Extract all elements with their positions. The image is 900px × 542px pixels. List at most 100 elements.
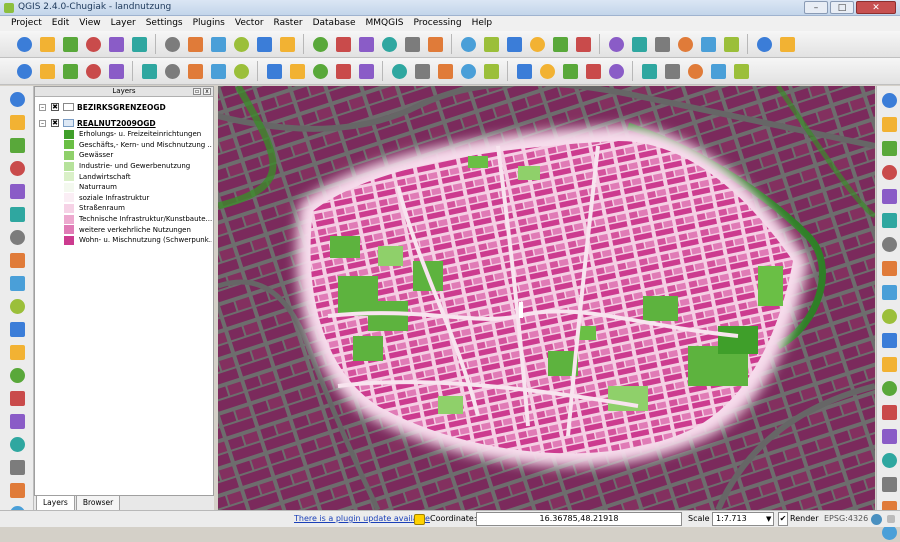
- help-icon[interactable]: [777, 34, 797, 54]
- save-as-icon[interactable]: [83, 34, 103, 54]
- new-project-icon[interactable]: [14, 34, 34, 54]
- globe-icon[interactable]: [675, 34, 695, 54]
- legend-item[interactable]: weitere verkehrliche Nutzungen: [64, 224, 212, 235]
- new-print-composer-icon[interactable]: [106, 34, 126, 54]
- collapse-toggle[interactable]: –: [39, 119, 46, 127]
- capture-icon[interactable]: [879, 162, 899, 182]
- add-postgis-icon[interactable]: [7, 135, 27, 155]
- move-feature-icon[interactable]: [504, 34, 524, 54]
- float-panel-button[interactable]: ▫: [193, 88, 201, 95]
- add-part-icon[interactable]: [879, 450, 899, 470]
- deselect-icon[interactable]: [389, 61, 409, 81]
- cut-icon[interactable]: [879, 258, 899, 278]
- add-ring-icon[interactable]: [879, 426, 899, 446]
- crs-globe-icon[interactable]: [868, 511, 884, 527]
- select-icon[interactable]: [356, 61, 376, 81]
- refresh-map-icon[interactable]: [287, 61, 307, 81]
- layer-row-realnut[interactable]: – ✖ REALNUT2009OGD: [39, 117, 213, 129]
- legend-item[interactable]: Straßenraum: [64, 203, 212, 214]
- heatmap-icon[interactable]: [7, 434, 27, 454]
- rotate-icon[interactable]: [879, 378, 899, 398]
- grid-icon[interactable]: [7, 319, 27, 339]
- collapse-toggle[interactable]: –: [39, 103, 46, 111]
- gps-tool-icon[interactable]: [7, 342, 27, 362]
- pie-icon[interactable]: [698, 34, 718, 54]
- add-wms-layer-icon[interactable]: [277, 34, 297, 54]
- zoom-to-layer-icon[interactable]: [208, 61, 228, 81]
- field-calculator-icon[interactable]: [458, 61, 478, 81]
- split-icon[interactable]: [7, 457, 27, 477]
- legend-item[interactable]: Gewässer: [64, 150, 212, 161]
- simplify-icon[interactable]: [879, 402, 899, 422]
- add-wfs-layer-icon[interactable]: [333, 34, 353, 54]
- menu-edit[interactable]: Edit: [47, 16, 74, 31]
- undo-icon[interactable]: [879, 330, 899, 350]
- composer-manager-icon[interactable]: [129, 34, 149, 54]
- menu-project[interactable]: Project: [6, 16, 47, 31]
- tab-layers[interactable]: Layers: [36, 496, 75, 511]
- node-right-icon[interactable]: [879, 210, 899, 230]
- refresh-icon[interactable]: [754, 34, 774, 54]
- node-tool-icon[interactable]: [527, 34, 547, 54]
- scale-combobox[interactable]: 1:7.713: [712, 512, 774, 526]
- menu-layer[interactable]: Layer: [106, 16, 141, 31]
- zoom-to-selection-icon[interactable]: [185, 61, 205, 81]
- copy-icon[interactable]: [879, 282, 899, 302]
- move-right-icon[interactable]: [879, 186, 899, 206]
- add-wcs-icon[interactable]: [7, 227, 27, 247]
- add-wcs-layer-icon[interactable]: [310, 34, 330, 54]
- fill-ring-icon[interactable]: [879, 474, 899, 494]
- pan-to-selection-icon[interactable]: [60, 61, 80, 81]
- minimize-button[interactable]: –: [804, 1, 828, 14]
- calc-icon[interactable]: [7, 365, 27, 385]
- layer-visibility-checkbox[interactable]: ✖: [51, 119, 59, 127]
- add-raster-icon[interactable]: [7, 112, 27, 132]
- add-wms-icon[interactable]: [7, 204, 27, 224]
- label-move-icon[interactable]: [662, 61, 682, 81]
- remove-layer-icon[interactable]: [402, 34, 422, 54]
- tab-browser[interactable]: Browser: [75, 496, 121, 511]
- menu-help[interactable]: Help: [467, 16, 498, 31]
- label-change-icon[interactable]: [708, 61, 728, 81]
- touch-icon[interactable]: [14, 61, 34, 81]
- add-mssql-layer-icon[interactable]: [254, 34, 274, 54]
- save-edits-icon[interactable]: [458, 34, 478, 54]
- menu-mmqgis[interactable]: MMQGIS: [361, 16, 409, 31]
- action-icon[interactable]: [333, 61, 353, 81]
- add-feature-icon[interactable]: [481, 34, 501, 54]
- legend-item[interactable]: Technische Infrastruktur/Kunstbaute...: [64, 214, 212, 225]
- label-pin-icon[interactable]: [606, 61, 626, 81]
- legend-item[interactable]: Erholungs- u. Freizeiteinrichtungen: [64, 129, 212, 140]
- close-panel-button[interactable]: x: [203, 88, 211, 95]
- coordinate-field[interactable]: 16.36785,48.21918: [476, 512, 682, 526]
- georef-icon[interactable]: [7, 411, 27, 431]
- menu-vector[interactable]: Vector: [230, 16, 269, 31]
- measure-icon[interactable]: [481, 61, 501, 81]
- settings-icon[interactable]: [721, 34, 741, 54]
- add-spatialite-icon[interactable]: [7, 158, 27, 178]
- layer-visibility-checkbox[interactable]: ✖: [51, 103, 59, 111]
- add-vector-layer-icon[interactable]: [162, 34, 182, 54]
- pencil-icon[interactable]: [879, 114, 899, 134]
- maximize-button[interactable]: □: [830, 1, 854, 14]
- bookmark-icon[interactable]: [537, 61, 557, 81]
- menu-processing[interactable]: Processing: [409, 16, 467, 31]
- zoom-last-icon[interactable]: [231, 61, 251, 81]
- new-shapefile-icon[interactable]: [379, 34, 399, 54]
- legend-item[interactable]: Naturraum: [64, 182, 212, 193]
- pan-icon[interactable]: [37, 61, 57, 81]
- text-annotation-icon[interactable]: [560, 61, 580, 81]
- map-canvas[interactable]: [218, 86, 875, 510]
- menu-database[interactable]: Database: [308, 16, 361, 31]
- save-project-icon[interactable]: [60, 34, 80, 54]
- identify-icon[interactable]: [310, 61, 330, 81]
- add-raster-layer-icon[interactable]: [185, 34, 205, 54]
- gps-icon[interactable]: [573, 34, 593, 54]
- add-spatialite-layer-icon[interactable]: [231, 34, 251, 54]
- zoom-next-icon[interactable]: [264, 61, 284, 81]
- add-postgis-layer-icon[interactable]: [208, 34, 228, 54]
- plugin-icon[interactable]: [652, 34, 672, 54]
- render-checkbox[interactable]: ✔: [778, 512, 788, 526]
- message-log-icon[interactable]: [411, 511, 427, 527]
- zoom-out-icon[interactable]: [106, 61, 126, 81]
